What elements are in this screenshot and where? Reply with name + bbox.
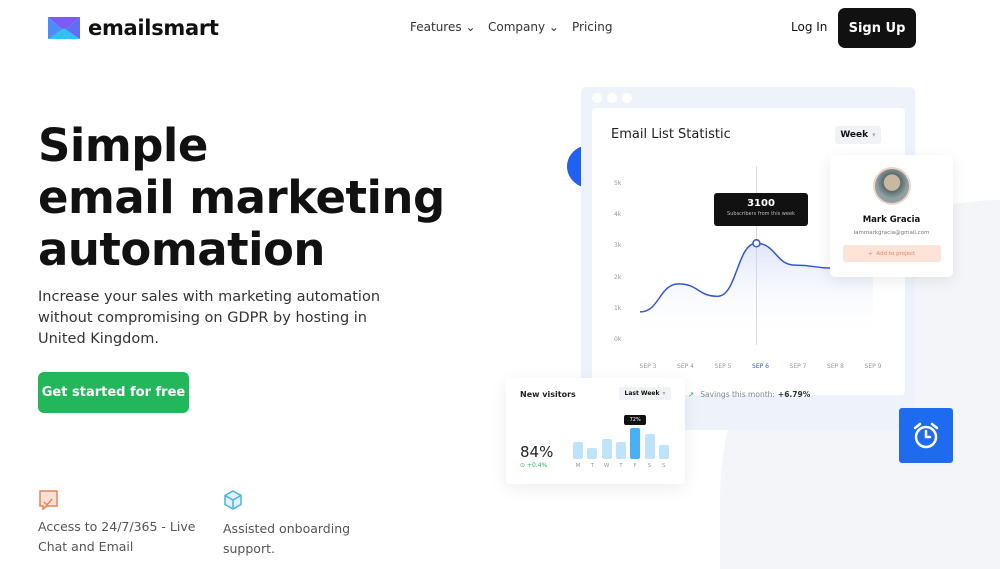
bar <box>658 445 669 459</box>
bar <box>587 448 598 459</box>
bar <box>615 441 626 459</box>
bar-day-label: T <box>619 463 623 469</box>
avatar <box>872 167 911 205</box>
alarm-clock-button[interactable] <box>899 408 953 463</box>
visitors-change-value: +0.4% <box>526 462 548 469</box>
trend-circle-icon: ⊙ <box>520 462 526 469</box>
visitors-change: ⊙ +0.4% <box>520 462 547 469</box>
bar <box>601 438 612 459</box>
bar <box>630 428 641 459</box>
chart-tooltip: 3100 Subscribers from this week <box>714 193 808 226</box>
tooltip-label: Subscribers from this week <box>727 211 795 217</box>
plus-icon: + <box>867 250 873 257</box>
chevron-down-icon: ▾ <box>662 390 666 397</box>
new-visitors-card: New visitors Last Week ▾ 84% ⊙ +0.4% M T W T… <box>506 378 685 484</box>
bar-day-label: M <box>575 463 581 469</box>
profile-email: iammarkgracia@gmail.com <box>853 230 930 236</box>
savings-label: Savings this month: <box>700 390 775 399</box>
visitors-value: 84% <box>520 443 554 461</box>
visitors-period-value: Last Week <box>624 390 660 397</box>
bar-day-label: S <box>662 463 666 469</box>
visitors-title: New visitors <box>520 390 576 399</box>
savings-value: +6.79% <box>777 390 811 399</box>
tooltip-value: 3100 <box>747 198 775 209</box>
bar-day-label: S <box>647 463 652 469</box>
bar-day-label: W <box>603 463 610 469</box>
bar-day-label: T <box>590 463 594 469</box>
bar <box>573 441 583 459</box>
alarm-clock-icon <box>913 422 939 448</box>
bar-day-label: F <box>633 463 637 469</box>
savings-info: ↗ Savings this month: +6.79% <box>688 390 810 399</box>
profile-card: Mark Gracia iammarkgracia@gmail.com + Add… <box>830 155 953 277</box>
trend-up-icon: ↗ <box>688 390 695 399</box>
visitors-period-select[interactable]: Last Week ▾ <box>619 387 671 400</box>
add-to-project-button[interactable]: + Add to project <box>842 245 941 262</box>
bar-tooltip: 72% <box>624 415 647 425</box>
bar <box>644 434 655 459</box>
add-to-project-label: Add to project <box>876 250 916 257</box>
line-chart <box>639 166 873 345</box>
data-point <box>752 239 761 248</box>
profile-name: Mark Gracia <box>862 215 921 225</box>
